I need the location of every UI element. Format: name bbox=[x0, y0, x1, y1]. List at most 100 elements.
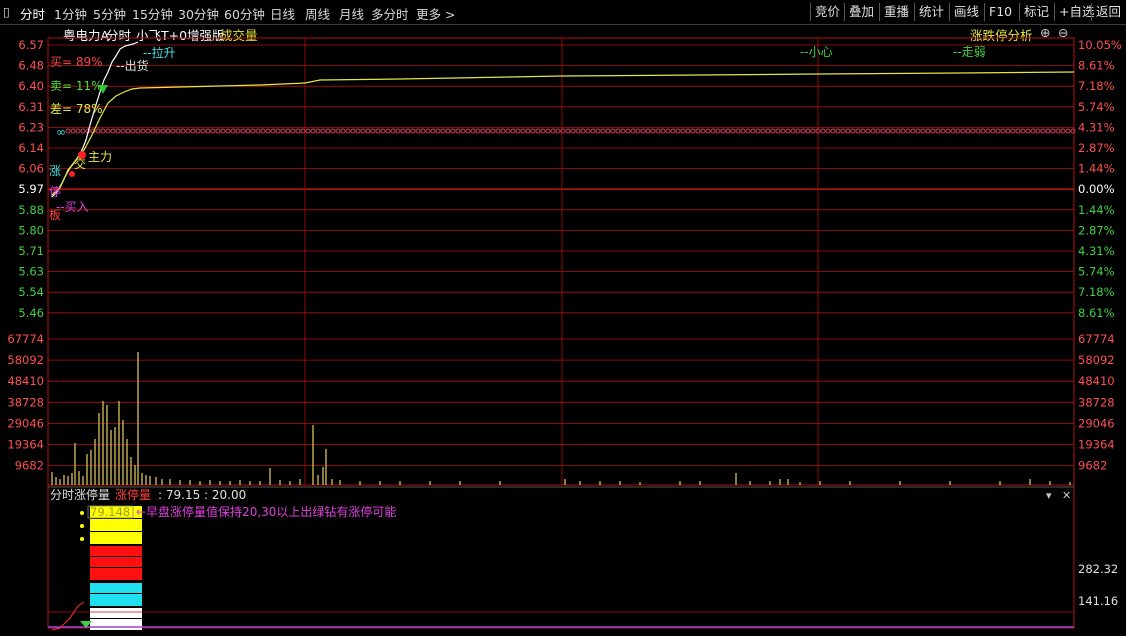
level-marker-dot bbox=[1035, 128, 1041, 134]
level-marker-dot bbox=[375, 128, 381, 134]
level-marker-dot bbox=[1065, 128, 1071, 134]
limit-volume-block bbox=[90, 546, 142, 556]
level-marker-dot bbox=[825, 128, 831, 134]
level-marker-dot bbox=[475, 128, 481, 134]
level-marker-dot bbox=[665, 128, 671, 134]
cross-char: 交 bbox=[74, 156, 86, 171]
limit-volume-block bbox=[90, 608, 142, 618]
level-marker-dot bbox=[755, 128, 761, 134]
level-marker-dot bbox=[350, 128, 356, 134]
level-marker-dot bbox=[515, 128, 521, 134]
price-tick-label: 5.63 bbox=[18, 265, 44, 279]
level-marker-dot bbox=[535, 128, 541, 134]
level-marker-dot bbox=[580, 128, 586, 134]
volume-tick-right: 29046 bbox=[1078, 416, 1115, 430]
sell-percentage: 卖= 11% bbox=[50, 79, 103, 93]
level-marker-dot bbox=[910, 128, 916, 134]
price-tick-label: 6.31 bbox=[18, 100, 44, 114]
level-marker-dot bbox=[1030, 128, 1036, 134]
level-marker-dot bbox=[1005, 128, 1011, 134]
level-marker-dot bbox=[390, 128, 396, 134]
level-marker-dot bbox=[670, 128, 676, 134]
level-marker-dot bbox=[995, 128, 1001, 134]
level-marker-dot bbox=[120, 128, 126, 134]
level-marker-dot bbox=[650, 128, 656, 134]
level-marker-dot bbox=[240, 128, 246, 134]
level-marker-dot bbox=[895, 128, 901, 134]
weak-annotation: --走弱 bbox=[953, 45, 986, 59]
level-marker-dot bbox=[215, 128, 221, 134]
level-marker-dot bbox=[565, 128, 571, 134]
level-marker-dot bbox=[435, 128, 441, 134]
price-tick-label: 6.40 bbox=[18, 79, 44, 93]
limit-up-char-1: 涨 bbox=[49, 163, 61, 178]
level-marker-dot bbox=[305, 128, 311, 134]
level-marker-dot bbox=[525, 128, 531, 134]
level-marker-dot bbox=[275, 128, 281, 134]
limit-volume-block bbox=[90, 557, 142, 567]
pct-tick-label: 10.05% bbox=[1078, 38, 1122, 52]
pct-tick-label: 1.44% bbox=[1078, 162, 1115, 176]
level-marker-dot bbox=[760, 128, 766, 134]
level-marker-dot bbox=[130, 128, 136, 134]
level-marker-dot bbox=[265, 128, 271, 134]
diff-percentage: 差= 78% bbox=[50, 102, 103, 116]
price-tick-label: 6.23 bbox=[18, 120, 44, 134]
level-marker-dot bbox=[800, 128, 806, 134]
yellow-dot-marker bbox=[80, 511, 84, 515]
panel-close-icon: ✕ bbox=[1062, 489, 1071, 502]
level-marker-dot bbox=[655, 128, 661, 134]
level-marker-dot bbox=[820, 128, 826, 134]
level-marker-dot bbox=[720, 128, 726, 134]
level-marker-dot bbox=[285, 128, 291, 134]
level-marker-dot bbox=[320, 128, 326, 134]
level-marker-dot bbox=[290, 128, 296, 134]
level-marker-dot bbox=[730, 128, 736, 134]
level-marker-dot bbox=[70, 128, 76, 134]
panel-dropdown-icon: ▾ bbox=[1046, 489, 1052, 502]
level-marker-dot bbox=[280, 128, 286, 134]
level-marker-dot bbox=[975, 128, 981, 134]
volume-tick-left: 67774 bbox=[7, 332, 44, 346]
level-marker-dot bbox=[870, 128, 876, 134]
pct-tick-label: 7.18% bbox=[1078, 285, 1115, 299]
pct-tick-label: 2.87% bbox=[1078, 223, 1115, 237]
level-marker-dot bbox=[785, 128, 791, 134]
level-marker-dot bbox=[170, 128, 176, 134]
intraday-chart: 6.57 10.05% 6.48 8.61% 6.40 7.18% 6.31 5.74% 6.2… bbox=[7, 37, 1122, 631]
level-marker-dot bbox=[875, 128, 881, 134]
ship-out-annotation: --出货 bbox=[116, 58, 149, 73]
level-marker-dot bbox=[615, 128, 621, 134]
level-marker-dot bbox=[550, 128, 556, 134]
level-marker-dot bbox=[575, 128, 581, 134]
volume-tick-left: 29046 bbox=[7, 416, 44, 430]
level-marker-dot bbox=[140, 128, 146, 134]
level-marker-dot bbox=[1055, 128, 1061, 134]
level-marker-dot bbox=[830, 128, 836, 134]
price-tick-label: 5.80 bbox=[18, 223, 44, 237]
level-marker-dot bbox=[490, 128, 496, 134]
level-marker-dot bbox=[840, 128, 846, 134]
level-marker-dot bbox=[415, 128, 421, 134]
level-marker-dot bbox=[680, 128, 686, 134]
level-marker-dot bbox=[210, 128, 216, 134]
level-marker-dot bbox=[470, 128, 476, 134]
level-marker-dot bbox=[845, 128, 851, 134]
limit-volume-block bbox=[90, 583, 142, 593]
price-tick-label: 5.71 bbox=[18, 244, 44, 258]
volume-tick-left: 58092 bbox=[7, 353, 44, 367]
level-marker-dot bbox=[610, 128, 616, 134]
level-marker-dot bbox=[660, 128, 666, 134]
level-marker-dot bbox=[695, 128, 701, 134]
level-marker-dot bbox=[930, 128, 936, 134]
price-tick-label: 5.88 bbox=[18, 203, 44, 217]
level-marker-dot bbox=[690, 128, 696, 134]
level-marker-dot bbox=[80, 128, 86, 134]
level-marker-dot bbox=[105, 128, 111, 134]
level-marker-dot bbox=[920, 128, 926, 134]
level-marker-dot bbox=[505, 128, 511, 134]
pct-tick-label: 0.00% bbox=[1078, 182, 1115, 196]
level-marker-dot bbox=[155, 128, 161, 134]
panel-note: ←早盘涨停量值保持20,30以上出绿钻有涨停可能 bbox=[136, 504, 396, 519]
level-marker-dot bbox=[300, 128, 306, 134]
